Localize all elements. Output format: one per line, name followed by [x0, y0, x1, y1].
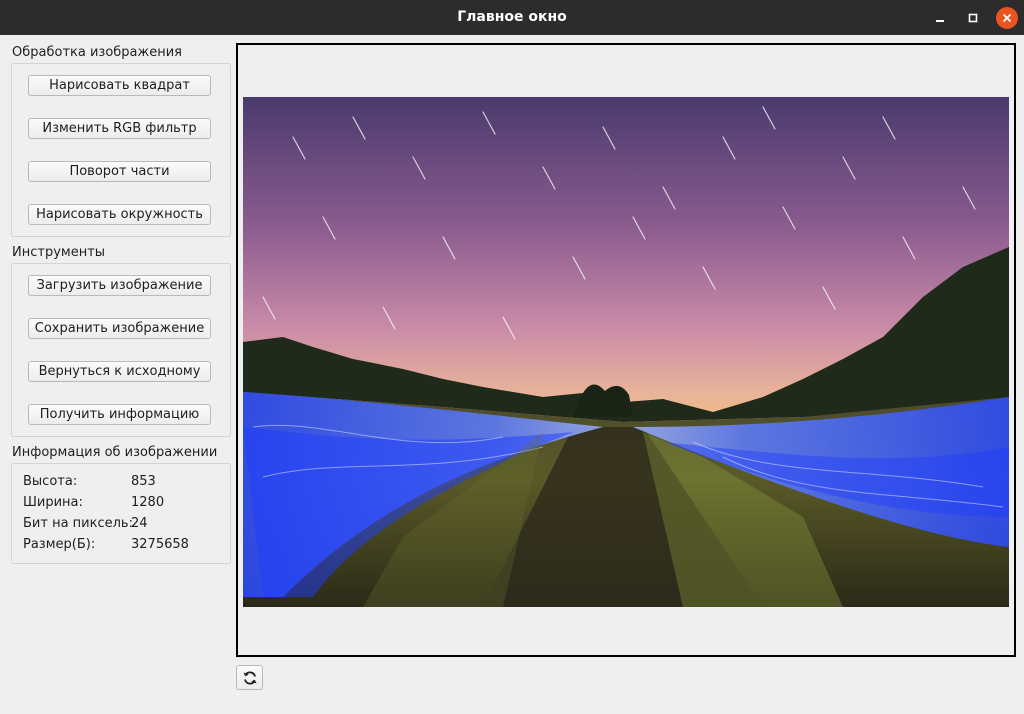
height-label: Высота: [23, 474, 78, 489]
close-button[interactable] [996, 7, 1018, 29]
refresh-icon [243, 671, 257, 685]
size-value: 3275658 [131, 537, 189, 552]
main-window: Главное окно Обработка изображения Нарис… [0, 0, 1024, 714]
window-title: Главное окно [457, 9, 567, 25]
maximize-button[interactable] [962, 7, 984, 29]
rgb-filter-button[interactable]: Изменить RGB фильтр [28, 118, 211, 139]
client-area: Обработка изображения Нарисовать квадрат… [0, 35, 1024, 714]
processing-group-title: Обработка изображения [12, 45, 182, 60]
tools-group-title: Инструменты [12, 245, 106, 260]
width-value: 1280 [131, 495, 165, 510]
revert-original-button[interactable]: Вернуться к исходному [28, 361, 211, 382]
refresh-button[interactable] [236, 665, 263, 690]
minimize-icon [936, 20, 944, 22]
loaded-image [243, 97, 1009, 607]
draw-circle-button[interactable]: Нарисовать окружность [28, 204, 211, 225]
draw-square-button[interactable]: Нарисовать квадрат [28, 75, 211, 96]
title-bar[interactable]: Главное окно [0, 0, 1024, 35]
size-label: Размер(Б): [23, 537, 96, 552]
maximize-icon [968, 13, 978, 23]
get-info-button[interactable]: Получить информацию [28, 404, 211, 425]
info-group-title: Информация об изображении [12, 445, 218, 460]
bpp-label: Бит на пиксель: [23, 516, 133, 531]
width-label: Ширина: [23, 495, 83, 510]
height-value: 853 [131, 474, 156, 489]
close-icon [1002, 13, 1012, 23]
load-image-button[interactable]: Загрузить изображение [28, 275, 211, 296]
rotate-part-button[interactable]: Поворот части [28, 161, 211, 182]
bpp-value: 24 [131, 516, 148, 531]
minimize-button[interactable] [929, 7, 951, 29]
save-image-button[interactable]: Сохранить изображение [28, 318, 211, 339]
